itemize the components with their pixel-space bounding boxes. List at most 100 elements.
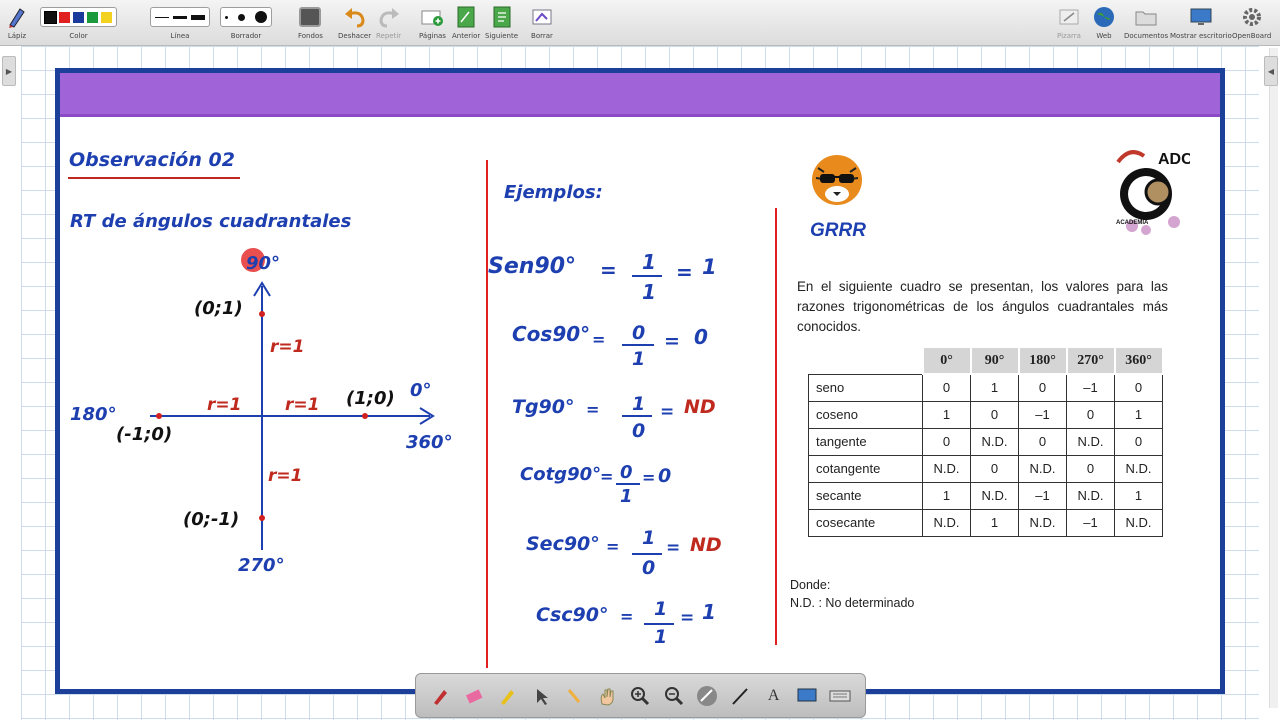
nd-definition: N.D. : No determinado [790, 596, 915, 610]
table-row-label: tangente [808, 427, 923, 456]
table-row-label: cotangente [808, 454, 923, 483]
table-cell: 0 [1018, 427, 1067, 456]
point-0-neg1-label: (0;-1) [183, 509, 240, 530]
text-icon[interactable]: A [762, 684, 786, 708]
example-cotg-equals-2: = [642, 468, 656, 487]
point-0-1-label: (0;1) [194, 298, 243, 319]
example-sen-numerator: 1 [642, 250, 656, 274]
svg-text:ACADEMIA: ACADEMIA [1116, 220, 1149, 226]
table-cell: –1 [1018, 400, 1067, 429]
example-sec-numerator: 1 [642, 527, 656, 549]
table-cell: 1 [922, 481, 971, 510]
table-cell: 1 [970, 508, 1019, 537]
table-cell: 0 [1066, 454, 1115, 483]
example-sen-result: 1 [702, 255, 717, 279]
hand-icon[interactable] [595, 684, 619, 708]
zoom-in-icon[interactable] [628, 684, 652, 708]
table-cell: 1 [1114, 481, 1163, 510]
eraser-icon[interactable] [462, 684, 486, 708]
radius-down-label: r=1 [268, 466, 303, 486]
table-row: coseno 1 0 –1 0 1 [808, 400, 1163, 429]
example-tg-equals: = [586, 400, 600, 419]
table-cell: 1 [922, 400, 971, 429]
marker-icon[interactable] [495, 684, 519, 708]
angle-180-label: 180° [70, 404, 117, 425]
example-cotg-result: 0 [658, 465, 672, 487]
keyboard-icon[interactable] [828, 684, 852, 708]
example-sec-equals-2: = [666, 538, 681, 558]
table-row: tangente 0 N.D. 0 N.D. 0 [808, 427, 1163, 456]
table-cell: N.D. [970, 481, 1019, 510]
table-cell: 1 [970, 373, 1019, 402]
example-csc-equals-2: = [680, 608, 695, 628]
example-sen-denominator: 1 [642, 280, 656, 304]
radius-right-label: r=1 [285, 395, 320, 415]
point-1-0-label: (1;0) [346, 388, 395, 409]
radius-up-label: r=1 [270, 337, 305, 357]
example-cotg-numerator: 0 [620, 462, 633, 483]
example-tg-denominator: 0 [632, 420, 646, 442]
academia-logo-image: ADC ACADEMIA [1110, 142, 1193, 238]
example-sen-equals: = [600, 258, 617, 282]
table-cell: N.D. [922, 508, 971, 537]
example-tg-result: ND [684, 396, 716, 418]
table-cell: –1 [1066, 508, 1115, 537]
mascot-label: GRRR [810, 220, 866, 241]
example-tg-numerator: 1 [632, 393, 646, 415]
table-row: cosecante N.D. 1 N.D. –1 N.D. [808, 508, 1163, 537]
example-sec-denominator: 0 [642, 557, 656, 579]
table-row-label: coseno [808, 400, 923, 429]
examples-heading: Ejemplos: [504, 182, 603, 203]
tiger-mascot-image [808, 150, 866, 210]
example-csc-denominator: 1 [654, 626, 668, 648]
table-cell: –1 [1018, 481, 1067, 510]
table-footnote: Donde: N.D. : No determinado [790, 576, 914, 612]
table-cell: N.D. [970, 427, 1019, 456]
angle-0-label: 0° [410, 380, 432, 401]
table-row: seno 0 1 0 –1 0 [808, 373, 1163, 402]
table-cell: N.D. [1066, 427, 1115, 456]
pen-icon[interactable] [429, 684, 453, 708]
table-row-label: seno [808, 373, 923, 402]
screen-icon[interactable] [795, 684, 819, 708]
example-cos-denominator: 1 [632, 348, 646, 370]
example-cos-numerator: 0 [632, 322, 646, 344]
pointer-icon[interactable] [529, 684, 553, 708]
table-cell: –1 [1066, 373, 1115, 402]
example-csc-result: 1 [702, 600, 716, 624]
table-header-cell: 180° [1017, 346, 1068, 375]
table-row-label: secante [808, 481, 923, 510]
table-header-cell: 0° [921, 346, 972, 375]
example-cotg-fn: Cotg90° [520, 464, 602, 485]
table-cell: N.D. [922, 454, 971, 483]
trig-values-table: 0° 90° 180° 270° 360° seno 0 1 0 –1 0 coseno 1 0… [808, 346, 1164, 537]
zoom-out-icon[interactable] [662, 684, 686, 708]
svg-text:ADC: ADC [1158, 151, 1190, 168]
example-tg-equals-2: = [660, 402, 675, 422]
table-cell: 0 [1114, 427, 1163, 456]
table-cell: N.D. [1018, 508, 1067, 537]
table-cell: 0 [922, 427, 971, 456]
example-cos-result: 0 [694, 325, 708, 349]
table-header-cell: 270° [1065, 346, 1116, 375]
example-csc-numerator: 1 [654, 598, 668, 620]
table-cell: 0 [922, 373, 971, 402]
donde-label: Donde: [790, 578, 831, 592]
capture-icon[interactable] [695, 684, 719, 708]
example-csc-equals: = [620, 607, 634, 626]
table-header-row: 0° 90° 180° 270° 360° [809, 346, 1164, 375]
example-sec-fn: Sec90° [526, 533, 600, 555]
example-cos-fn: Cos90° [512, 322, 591, 346]
example-sen-fn: Sen90° [488, 254, 577, 279]
example-cotg-equals: = [600, 467, 614, 486]
table-header-blank [809, 347, 923, 374]
example-tg-fn: Tg90° [512, 396, 575, 418]
angle-90-label: 90° [246, 253, 281, 274]
table-cell: N.D. [1066, 481, 1115, 510]
line-icon[interactable] [728, 684, 752, 708]
table-cell: 0 [970, 454, 1019, 483]
table-cell: 0 [1114, 373, 1163, 402]
example-sec-equals: = [606, 537, 620, 556]
laser-icon[interactable] [562, 684, 586, 708]
example-cos-equals: = [592, 330, 606, 349]
